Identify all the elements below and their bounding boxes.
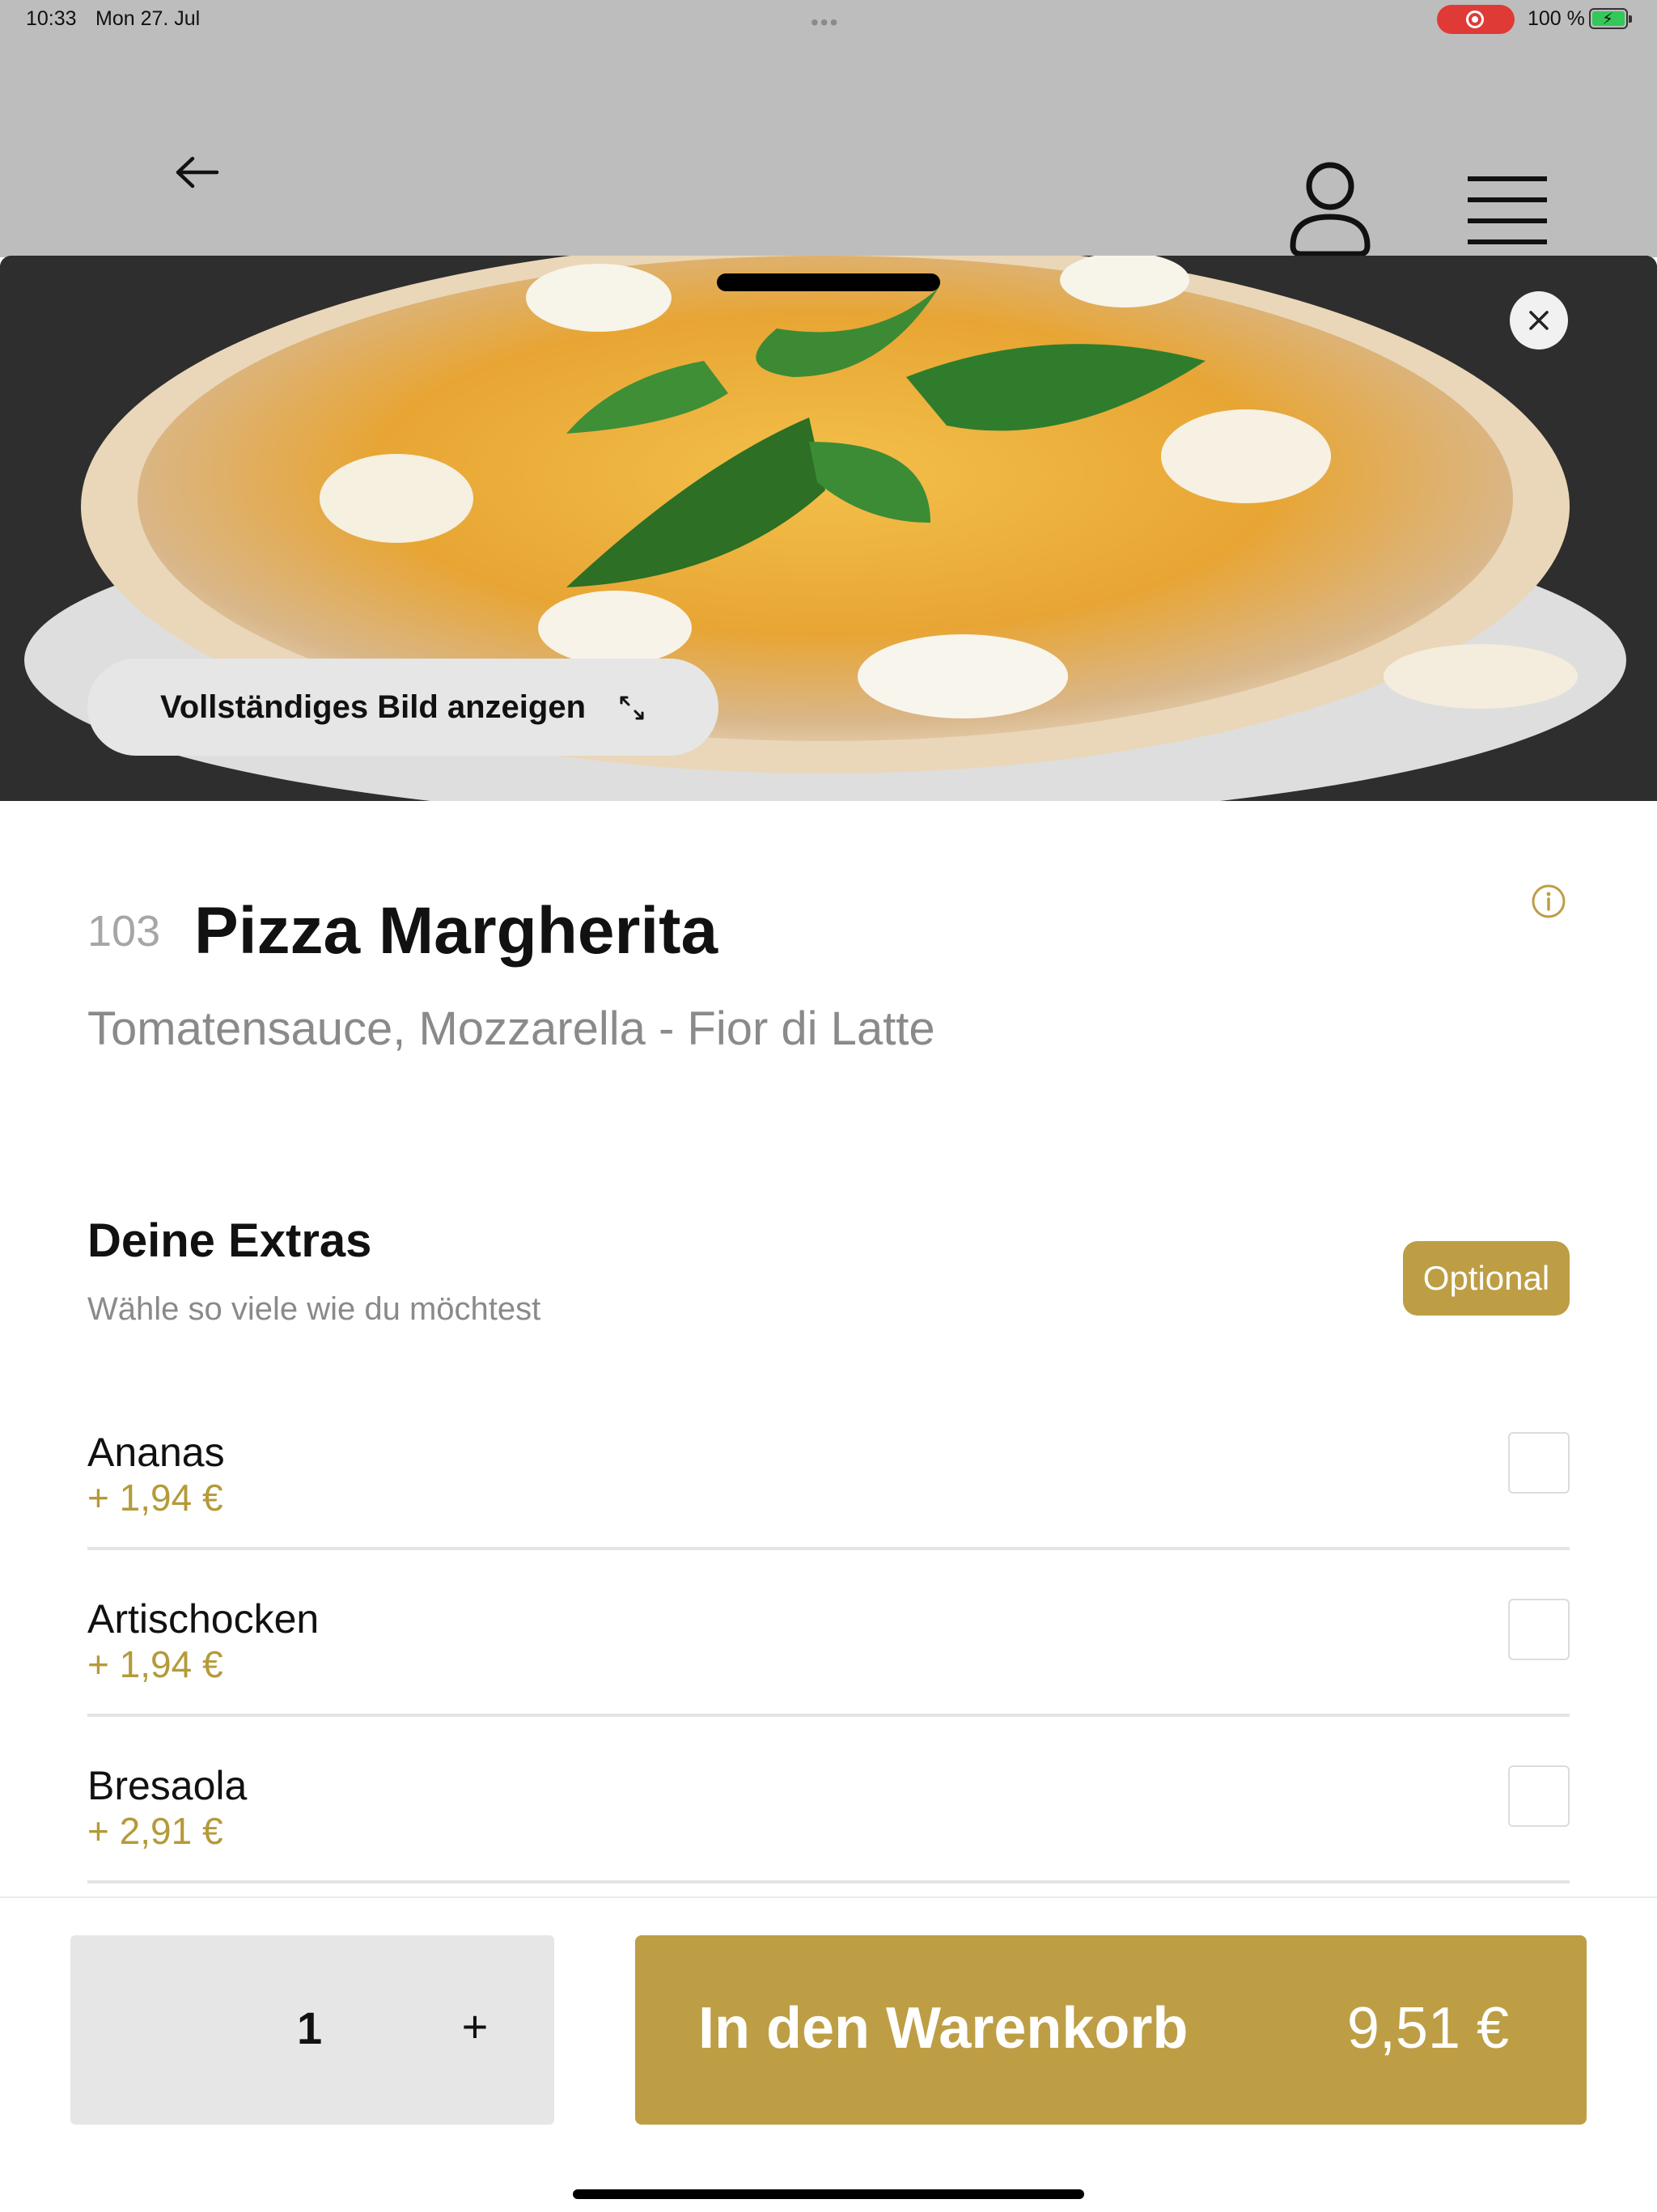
extra-item-name: Artischocken — [87, 1596, 320, 1642]
extras-subtitle: Wähle so viele wie du möchtest — [87, 1291, 541, 1327]
screen-recording-icon[interactable] — [1437, 5, 1515, 34]
status-date: Mon 27. Jul — [95, 7, 201, 30]
product-title: Pizza Margherita — [194, 894, 718, 968]
arrow-left-icon[interactable] — [172, 152, 223, 193]
extra-item-price: + 2,91 € — [87, 1810, 223, 1852]
battery-percent: 100 % — [1528, 7, 1585, 30]
sheet-grabber[interactable] — [717, 273, 940, 291]
quantity-stepper: 1 + — [70, 1935, 554, 2125]
top-navbar — [0, 40, 1657, 257]
extras-title: Deine Extras — [87, 1214, 372, 1267]
extra-item-ananas[interactable]: Ananas + 1,94 € — [87, 1384, 1570, 1550]
extra-checkbox[interactable] — [1508, 1432, 1570, 1494]
product-number: 103 — [87, 907, 161, 956]
add-to-cart-label: In den Warenkorb — [698, 1996, 1189, 2061]
status-bar: 10:33 Mon 27. Jul ••• 100 % ⚡ — [0, 0, 1657, 40]
cart-total-price: 9,51 € — [1346, 1996, 1509, 2061]
battery-icon: ⚡ — [1589, 8, 1632, 29]
divider — [87, 1880, 1570, 1884]
extra-item-name: Ananas — [87, 1430, 225, 1475]
add-to-cart-button[interactable]: In den Warenkorb 9,51 € — [635, 1935, 1587, 2125]
extra-item-bresaola[interactable]: Bresaola + 2,91 € — [87, 1717, 1570, 1884]
home-indicator[interactable] — [573, 2189, 1084, 2199]
multitask-dots-icon[interactable]: ••• — [811, 10, 839, 36]
view-full-image-button[interactable]: Vollständiges Bild anzeigen — [87, 659, 718, 756]
view-full-image-label: Vollständiges Bild anzeigen — [160, 689, 587, 725]
extra-item-price: + 1,94 € — [87, 1643, 223, 1685]
bottom-action-bar: 1 + In den Warenkorb 9,51 € — [0, 1896, 1657, 2212]
optional-badge: Optional — [1403, 1241, 1570, 1316]
status-time: 10:33 — [26, 7, 77, 30]
user-icon[interactable] — [1288, 162, 1372, 261]
extra-item-artischocken[interactable]: Artischocken + 1,94 € — [87, 1550, 1570, 1717]
extra-item-price: + 1,94 € — [87, 1477, 223, 1519]
quantity-value: 1 — [297, 2002, 323, 2053]
extra-item-name: Bresaola — [87, 1763, 248, 1808]
expand-icon — [618, 694, 646, 722]
extra-checkbox[interactable] — [1508, 1599, 1570, 1660]
quantity-increase-button[interactable]: + — [451, 2000, 499, 2053]
info-icon[interactable] — [1529, 882, 1568, 921]
hamburger-menu-icon[interactable] — [1463, 176, 1552, 249]
close-icon[interactable] — [1510, 291, 1568, 350]
extra-checkbox[interactable] — [1508, 1765, 1570, 1827]
product-description: Tomatensauce, Mozzarella - Fior di Latte — [87, 1002, 935, 1055]
